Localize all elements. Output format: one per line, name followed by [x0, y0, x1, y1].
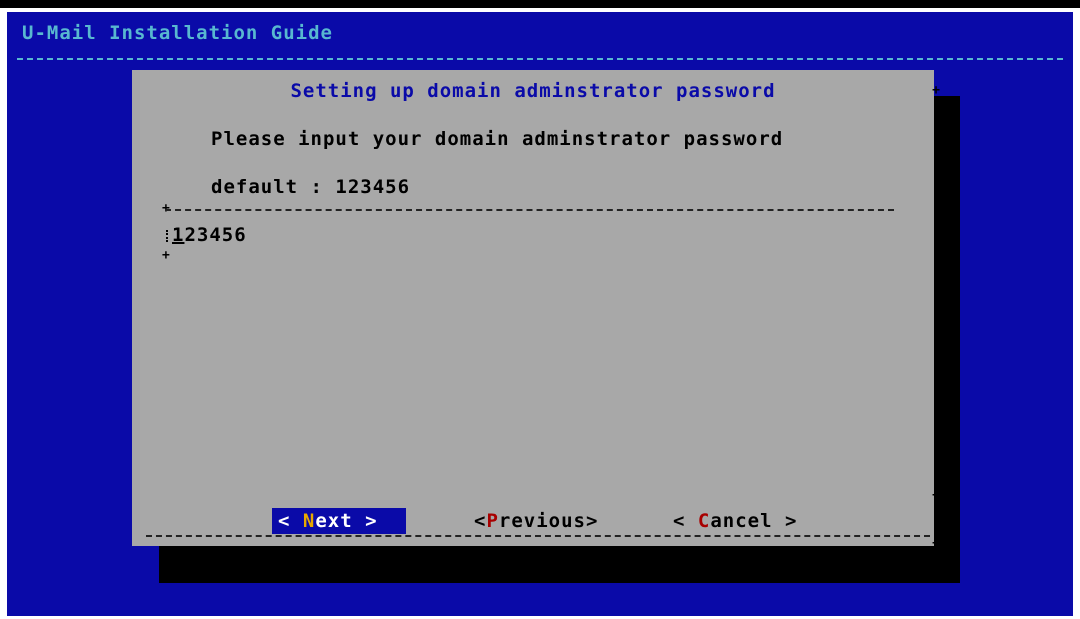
terminal-screen: U-Mail Installation Guide Setting up dom… — [7, 12, 1073, 616]
input-value-rest: 23456 — [184, 224, 247, 246]
password-dialog: Setting up domain adminstrator password … — [132, 70, 940, 551]
cancel-button[interactable]: < Cancel > — [667, 508, 803, 534]
input-box-top-border — [165, 209, 894, 211]
dialog-corner-bottom-right: + — [932, 536, 940, 551]
backtitle: U-Mail Installation Guide — [22, 22, 333, 44]
backtitle-divider — [17, 58, 1063, 60]
next-button[interactable]: < Next > — [272, 508, 406, 534]
scroll-marker: + — [932, 488, 940, 503]
previous-button[interactable]: <Previous> — [468, 508, 604, 534]
input-box-left-border — [166, 230, 168, 242]
top-frame-bar — [0, 0, 1080, 8]
input-box-corner-bottom-left: + — [162, 248, 170, 263]
password-input[interactable]: 123456 — [172, 224, 247, 246]
dialog-bottom-border — [146, 535, 930, 537]
dialog-message: Please input your domain adminstrator pa… — [211, 128, 784, 150]
dialog-right-border — [935, 96, 938, 536]
default-value-hint: default : 123456 — [211, 176, 411, 198]
input-cursor-char: 1 — [172, 224, 185, 246]
dialog-title: Setting up domain adminstrator password — [290, 80, 776, 102]
